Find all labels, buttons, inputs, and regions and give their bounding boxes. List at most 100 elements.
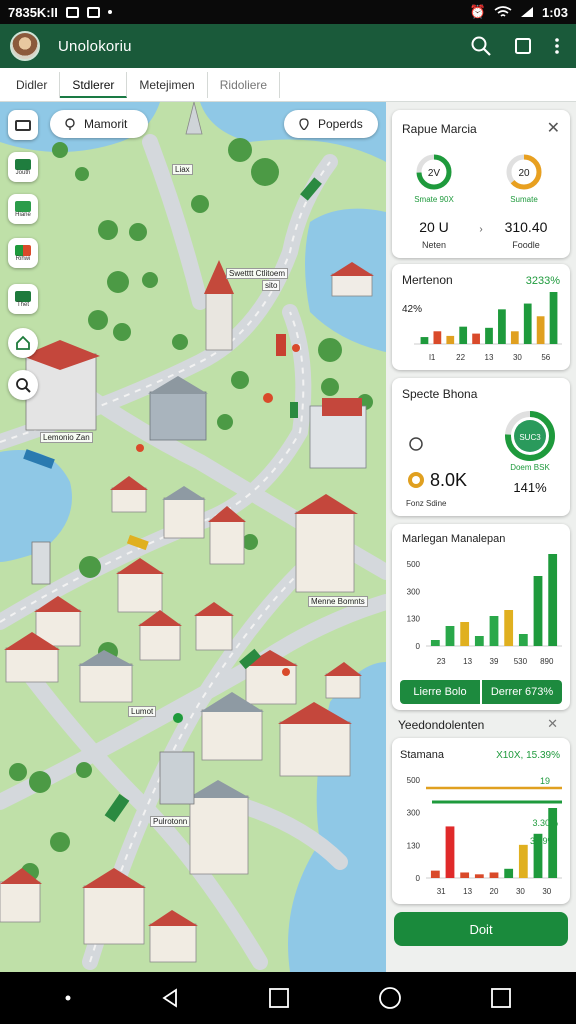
search-places-chip[interactable]: Mamorit: [50, 110, 148, 138]
home-nav-icon[interactable]: [378, 986, 402, 1010]
chip-left-label: Mamorit: [84, 117, 128, 131]
chart-bar: [430, 870, 440, 878]
x-tick-label: l1: [429, 353, 436, 362]
bookmark-icon[interactable]: [514, 37, 532, 55]
message-icon: [86, 6, 100, 18]
mertenon-title: Mertenon: [402, 273, 453, 287]
notification-icon: [65, 6, 79, 18]
y-tick-label: 0: [416, 874, 421, 883]
chart-bar: [548, 554, 558, 646]
chart-bar: [548, 808, 558, 878]
map-label: Lumot: [128, 706, 157, 717]
search-map-button[interactable]: [8, 370, 38, 400]
marlegan-card: Marlegan Manalepan 500 300 130 0 23 13 39 530 8…: [392, 524, 570, 710]
chart-bar: [430, 640, 440, 646]
layer-button-jouth[interactable]: Jouth: [8, 152, 38, 182]
chart-bar: [459, 326, 468, 344]
avatar[interactable]: [10, 31, 40, 61]
layer-caption: Thet: [16, 301, 29, 308]
city-map[interactable]: Mamorit Poperds Jouth Hiane Rihwi Thet L…: [0, 102, 386, 972]
tab-1[interactable]: Didler: [4, 71, 61, 98]
layer-button-thet[interactable]: Thet: [8, 284, 38, 314]
back-icon[interactable]: [160, 988, 180, 1008]
specte-card: Specte Bhona SUC3 Doem BSK 8.0K 141% Fon…: [392, 378, 570, 516]
specte-title: Specte Bhona: [402, 387, 478, 401]
donut-value: SUC3: [519, 433, 541, 442]
magnifier-icon: [16, 378, 31, 393]
reports-chip[interactable]: Poperds: [284, 110, 378, 138]
y-tick-label: 500: [407, 776, 421, 785]
stats-layer-icon: [15, 290, 31, 302]
close-icon[interactable]: ✕: [547, 716, 558, 732]
x-tick-label: 13: [463, 657, 472, 666]
map-label: sito: [262, 280, 281, 291]
specte-percent: 141%: [513, 480, 547, 495]
stamana-value: X10X, 15.39%: [496, 750, 560, 761]
map-label: Pulrotonn: [150, 816, 191, 827]
gauge-right-value: 20: [518, 168, 530, 179]
y-tick-label: 130: [407, 615, 421, 624]
layers-button[interactable]: [8, 110, 38, 140]
chart-bar: [474, 874, 484, 878]
chart-bar: [485, 327, 493, 344]
pin-icon: [299, 118, 309, 130]
chart-bar: [420, 337, 429, 344]
specte-value: 8.0K: [430, 470, 467, 490]
save-button[interactable]: Doit: [394, 912, 568, 946]
lierre-button[interactable]: Lierre Bolo: [400, 680, 480, 704]
map-canvas[interactable]: [0, 102, 386, 972]
y-tick-label: 500: [407, 560, 421, 569]
search-icon[interactable]: [470, 35, 492, 57]
specte-content: Specte Bhona SUC3 Doem BSK 8.0K 141% Fon…: [402, 387, 555, 508]
tab-bar: Didler Stdlerer Metejimen Ridoliere: [0, 68, 576, 102]
specte-label: Fonz Sdine: [406, 499, 447, 508]
mertenon-ylabel: 42%: [402, 304, 422, 315]
layer-button-hiane[interactable]: Hiane: [8, 194, 38, 224]
x-tick-label: 31: [437, 887, 446, 896]
chart-bar: [433, 331, 442, 344]
stat-left-value: 20 U: [419, 219, 449, 235]
chart-bar: [472, 333, 480, 344]
dot-icon: [65, 995, 71, 1001]
x-tick-label: 30: [513, 353, 522, 362]
more-menu-icon[interactable]: [554, 37, 560, 55]
recents-icon[interactable]: [268, 987, 290, 1009]
chart-bar: [474, 636, 484, 646]
gauge-right-caption: Sumate: [510, 195, 538, 204]
gauge-left-caption: Smate 90X: [414, 195, 454, 204]
y-tick-label: 300: [407, 809, 421, 818]
chart-bar: [523, 303, 532, 344]
y-tick-label: 300: [407, 587, 421, 596]
app-bar: Unolokoriu: [0, 24, 576, 68]
layer-button-rihwi[interactable]: Rihwi: [8, 238, 38, 268]
chart-bar: [489, 616, 499, 646]
tab-2[interactable]: Stdlerer: [60, 71, 128, 98]
chart-bar: [498, 309, 506, 344]
y-tick-label: 0: [416, 642, 421, 651]
chart-bar: [549, 292, 558, 344]
x-tick-label: 30: [516, 887, 525, 896]
layer-caption: Rihwi: [15, 255, 31, 262]
donut-caption: Doem BSK: [510, 463, 550, 472]
stat-left-label: Neten: [422, 240, 446, 250]
screen: 7835K:II ⏰ 1:03 Unolokoriu Didler Stdler…: [0, 0, 576, 1024]
wifi-icon: [494, 6, 512, 17]
chart-bar: [504, 610, 514, 646]
x-tick-label: 23: [437, 657, 446, 666]
chart-bar: [533, 576, 543, 646]
mertenon-chart: Mertenon 3233% 42% l1 22 13 30 56: [402, 273, 562, 362]
signal-icon: [520, 7, 533, 17]
x-tick-label: 890: [540, 657, 554, 666]
home-button[interactable]: [8, 328, 38, 358]
derrer-button[interactable]: Derrer 673%: [482, 680, 562, 704]
tab-3[interactable]: Metejimen: [127, 71, 208, 98]
dashboard-panel: Rapue Marcia ✕ 2V 20 Smate 90X Sumate 20…: [386, 102, 576, 972]
tab-4[interactable]: Ridoliere: [208, 71, 281, 98]
status-time: 1:03: [541, 4, 568, 20]
marlegan-title: Marlegan Manalepan: [402, 533, 505, 545]
stamana-card: Stamana X10X, 15.39% 19 3.30% 3.39% 500 3…: [392, 738, 570, 904]
overview-icon[interactable]: [490, 987, 512, 1009]
building-layer-icon: [15, 158, 31, 170]
x-tick-label: 530: [514, 657, 528, 666]
overview-gauges: 2V 20 Smate 90X Sumate 20 U › 310.40 Net…: [414, 154, 548, 250]
